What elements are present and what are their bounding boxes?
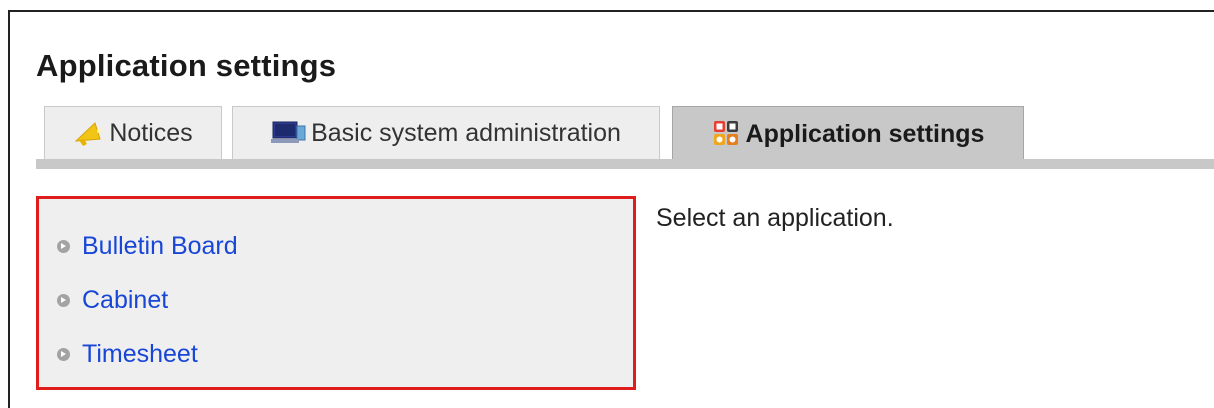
megaphone-icon xyxy=(73,119,105,147)
tab-bar: Notices Basic system administration Appl… xyxy=(36,106,1214,170)
tab-label: Basic system administration xyxy=(311,118,621,147)
application-link-label[interactable]: Bulletin Board xyxy=(82,232,238,261)
application-link-label[interactable]: Timesheet xyxy=(82,340,198,369)
application-link-cabinet[interactable]: Cabinet xyxy=(57,273,633,327)
tab-label: Notices xyxy=(109,118,193,147)
bullet-arrow-icon xyxy=(57,293,70,307)
application-link-bulletin-board[interactable]: Bulletin Board xyxy=(57,219,633,273)
application-link-label[interactable]: Cabinet xyxy=(82,286,168,315)
tab-basic-system-administration[interactable]: Basic system administration xyxy=(232,106,660,159)
computer-icon xyxy=(271,120,307,146)
bullet-arrow-icon xyxy=(57,347,70,361)
page-title: Application settings xyxy=(36,48,337,83)
application-list: Bulletin Board Cabinet Timesheet xyxy=(36,196,636,390)
apps-grid-icon xyxy=(712,119,742,149)
bullet-arrow-icon xyxy=(57,239,70,253)
tab-label: Application settings xyxy=(745,119,985,148)
tab-notices[interactable]: Notices xyxy=(44,106,222,159)
select-application-hint: Select an application. xyxy=(656,204,894,232)
application-link-timesheet[interactable]: Timesheet xyxy=(57,327,633,381)
tab-underline xyxy=(36,159,1214,169)
tab-application-settings[interactable]: Application settings xyxy=(672,106,1024,161)
